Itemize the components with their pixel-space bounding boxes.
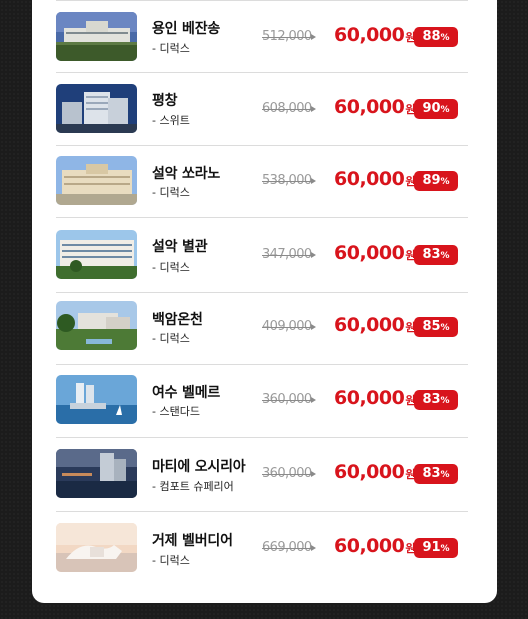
sale-price: 60,000원	[334, 314, 415, 336]
hotel-photo	[56, 156, 137, 205]
hotel-photo	[56, 375, 137, 424]
hotel-photo	[56, 523, 137, 572]
hotel-name: 여수 벨메르	[152, 385, 221, 401]
hotel-name: 설악 쏘라노	[152, 166, 221, 182]
hotel-photo	[56, 230, 137, 279]
original-price: 360,000	[262, 392, 316, 407]
room-type: - 스탠다드	[152, 405, 200, 418]
hotel-row-yeosu-belmer[interactable]: 여수 벨메르 - 스탠다드 360,000 60,000원 83%	[56, 365, 468, 438]
original-price: 347,000	[262, 247, 316, 262]
arrow-icon	[310, 470, 316, 477]
original-price: 409,000	[262, 319, 316, 334]
original-price: 608,000	[262, 101, 316, 116]
arrow-icon	[310, 396, 316, 403]
room-type: - 디럭스	[152, 186, 190, 199]
arrow-icon	[310, 251, 316, 258]
discount-badge: 89%	[414, 171, 458, 191]
hotel-name: 용인 베잔송	[152, 21, 221, 37]
room-type: - 디럭스	[152, 554, 190, 567]
room-type: - 디럭스	[152, 261, 190, 274]
hotel-name: 거제 벨버디어	[152, 533, 233, 549]
hotel-photo	[56, 84, 137, 133]
discount-badge: 85%	[414, 317, 458, 337]
hotel-row-seorak-sorano[interactable]: 설악 쏘라노 - 디럭스 538,000 60,000원 89%	[56, 146, 468, 218]
room-type: - 디럭스	[152, 42, 190, 55]
hotel-row-seorak-annex[interactable]: 설악 별관 - 디럭스 347,000 60,000원 83%	[56, 218, 468, 293]
sale-price: 60,000원	[334, 535, 415, 557]
hotel-name: 백암온천	[152, 312, 203, 328]
sale-price: 60,000원	[334, 24, 415, 46]
discount-badge: 88%	[414, 27, 458, 47]
arrow-icon	[310, 544, 316, 551]
discount-badge: 83%	[414, 390, 458, 410]
hotel-name: 평창	[152, 93, 178, 109]
discount-badge: 83%	[414, 464, 458, 484]
sale-price: 60,000원	[334, 168, 415, 190]
sale-price: 60,000원	[334, 242, 415, 264]
arrow-icon	[310, 105, 316, 112]
hotel-row-baegam-hot-spring[interactable]: 백암온천 - 디럭스 409,000 60,000원 85%	[56, 293, 468, 365]
discount-badge: 91%	[414, 538, 458, 558]
hotel-list: 용인 베잔송 - 디럭스 512,000 60,000원 88% 평창 - 스위…	[56, 0, 468, 586]
discount-badge: 90%	[414, 99, 458, 119]
original-price: 538,000	[262, 173, 316, 188]
room-type: - 스위트	[152, 114, 190, 127]
hotel-row-yongin-besancon[interactable]: 용인 베잔송 - 디럭스 512,000 60,000원 88%	[56, 0, 468, 73]
arrow-icon	[310, 33, 316, 40]
hotel-row-pyeongchang[interactable]: 평창 - 스위트 608,000 60,000원 90%	[56, 73, 468, 146]
room-type: - 컴포트 슈페리어	[152, 480, 234, 493]
hotel-name: 설악 별관	[152, 239, 208, 255]
arrow-icon	[310, 323, 316, 330]
hotel-row-matie-osiria[interactable]: 마티에 오시리아 - 컴포트 슈페리어 360,000 60,000원 83%	[56, 438, 468, 512]
arrow-icon	[310, 177, 316, 184]
hotel-photo	[56, 449, 137, 498]
hotel-photo	[56, 12, 137, 61]
sale-price: 60,000원	[334, 461, 415, 483]
hotel-row-geoje-belvedere[interactable]: 거제 벨버디어 - 디럭스 669,000 60,000원 91%	[56, 512, 468, 586]
discount-badge: 83%	[414, 245, 458, 265]
hotel-name: 마티에 오시리아	[152, 459, 246, 475]
room-type: - 디럭스	[152, 332, 190, 345]
original-price: 512,000	[262, 29, 316, 44]
original-price: 669,000	[262, 540, 316, 555]
sale-price: 60,000원	[334, 96, 415, 118]
sale-price: 60,000원	[334, 387, 415, 409]
hotel-photo	[56, 301, 137, 350]
original-price: 360,000	[262, 466, 316, 481]
